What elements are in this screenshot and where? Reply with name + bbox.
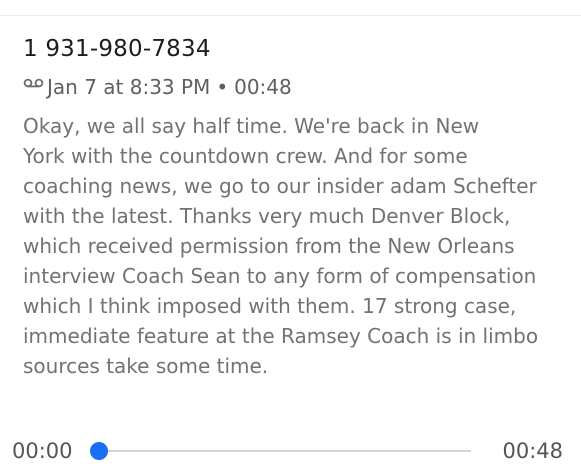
current-time: 00:00 [12,439,73,463]
seek-bar[interactable] [90,442,471,460]
voicemail-card[interactable]: 1 931-980-7834 Jan 7 at 8:33 PM • 00:48 … [23,34,575,381]
voicemail-transcript: Okay, we all say half time. We're back i… [23,111,575,381]
meta-separator: • [216,75,229,99]
audio-player: 00:00 00:48 [0,436,581,466]
top-divider [0,15,581,16]
transcript-line: York with the countdown crew. And for so… [23,144,468,168]
transcript-line: immediate feature at the Ramsey Coach is… [23,324,539,348]
total-time: 00:48 [502,439,563,463]
transcript-line: with the latest. Thanks very much Denver… [23,204,511,228]
transcript-line: interview Coach Sean to any form of comp… [23,264,537,288]
transcript-line: sources take some time. [23,354,269,378]
voicemail-meta: Jan 7 at 8:33 PM • 00:48 [23,72,575,102]
voicemail-date: Jan 7 at 8:33 PM [47,75,211,99]
seek-thumb[interactable] [90,442,108,460]
caller-number: 1 931-980-7834 [23,36,211,62]
voicemail-icon [23,77,45,91]
transcript-line: which received permission from the New O… [23,234,515,258]
transcript-line: coaching news, we go to our insider adam… [23,174,537,198]
voicemail-duration: 00:48 [234,75,292,99]
transcript-line: which I think imposed with them. 17 stro… [23,294,517,318]
transcript-line: Okay, we all say half time. We're back i… [23,114,480,138]
